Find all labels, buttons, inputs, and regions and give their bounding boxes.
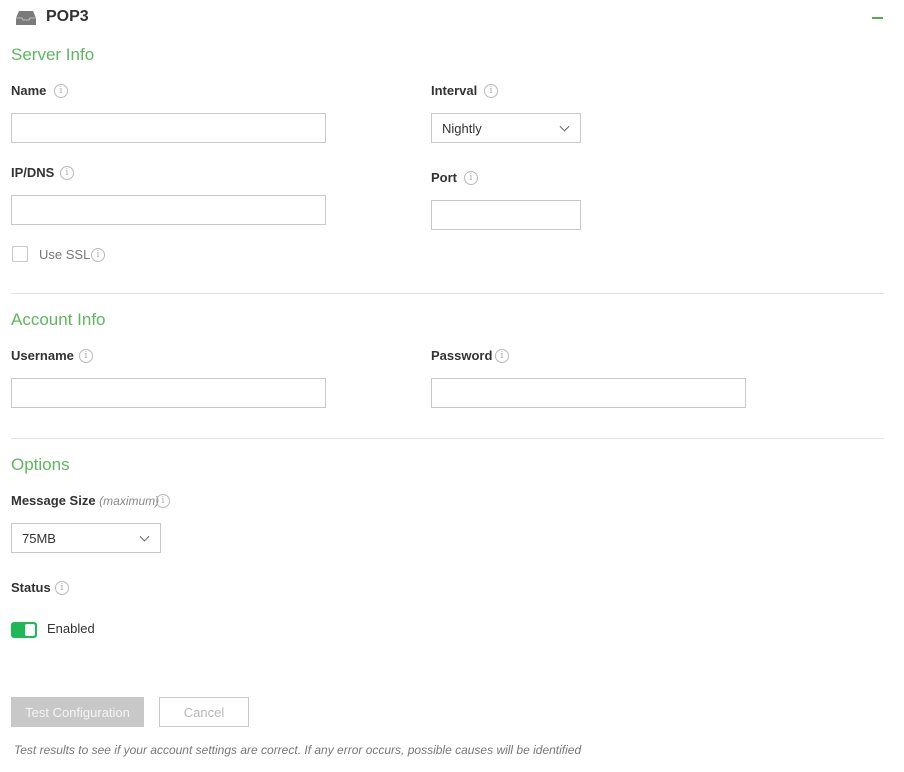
- port-input[interactable]: [431, 200, 581, 230]
- info-icon[interactable]: i: [55, 581, 69, 595]
- name-input[interactable]: [11, 113, 326, 143]
- cancel-button[interactable]: Cancel: [159, 697, 249, 727]
- use-ssl-label: Use SSL: [39, 247, 91, 262]
- username-input[interactable]: [11, 378, 326, 408]
- info-icon[interactable]: i: [60, 166, 74, 180]
- interval-selected-value: Nightly: [442, 120, 482, 136]
- chevron-down-icon: [559, 121, 570, 132]
- info-icon[interactable]: i: [464, 171, 478, 185]
- password-input[interactable]: [431, 378, 746, 408]
- ip-dns-input[interactable]: [11, 195, 326, 225]
- inbox-icon: [16, 11, 36, 25]
- section-title-account-info: Account Info: [11, 310, 106, 329]
- info-icon[interactable]: i: [484, 84, 498, 98]
- info-icon[interactable]: i: [91, 248, 105, 262]
- message-size-hint: (maximum): [99, 494, 160, 508]
- message-size-selected-value: 75MB: [22, 530, 56, 546]
- info-icon[interactable]: i: [79, 349, 93, 363]
- status-label: Status: [11, 580, 51, 595]
- username-label: Username: [11, 348, 74, 363]
- collapse-minus-icon[interactable]: [872, 17, 883, 19]
- status-toggle-label: Enabled: [47, 621, 95, 636]
- divider: [11, 438, 884, 439]
- port-label: Port: [431, 170, 457, 185]
- message-size-select[interactable]: 75MB: [11, 523, 161, 553]
- interval-label: Interval: [431, 83, 478, 98]
- section-title-options: Options: [11, 455, 70, 474]
- toggle-knob: [25, 624, 35, 636]
- message-size-label-group: Message Size (maximum): [11, 493, 159, 508]
- info-icon[interactable]: i: [156, 494, 170, 508]
- interval-select[interactable]: Nightly: [431, 113, 581, 143]
- help-note: Test results to see if your account sett…: [14, 743, 582, 757]
- info-icon[interactable]: i: [495, 349, 509, 363]
- info-icon[interactable]: i: [54, 84, 68, 98]
- page-title: POP3: [46, 8, 89, 25]
- message-size-label: Message Size: [11, 493, 96, 508]
- use-ssl-checkbox[interactable]: [12, 246, 28, 262]
- status-toggle[interactable]: [11, 622, 37, 638]
- password-label: Password: [431, 348, 493, 363]
- test-configuration-button[interactable]: Test Configuration: [11, 697, 144, 727]
- divider: [11, 293, 884, 294]
- section-title-server-info: Server Info: [11, 45, 95, 64]
- ip-dns-label: IP/DNS: [11, 165, 55, 180]
- name-label: Name: [11, 83, 47, 98]
- chevron-down-icon: [139, 531, 150, 542]
